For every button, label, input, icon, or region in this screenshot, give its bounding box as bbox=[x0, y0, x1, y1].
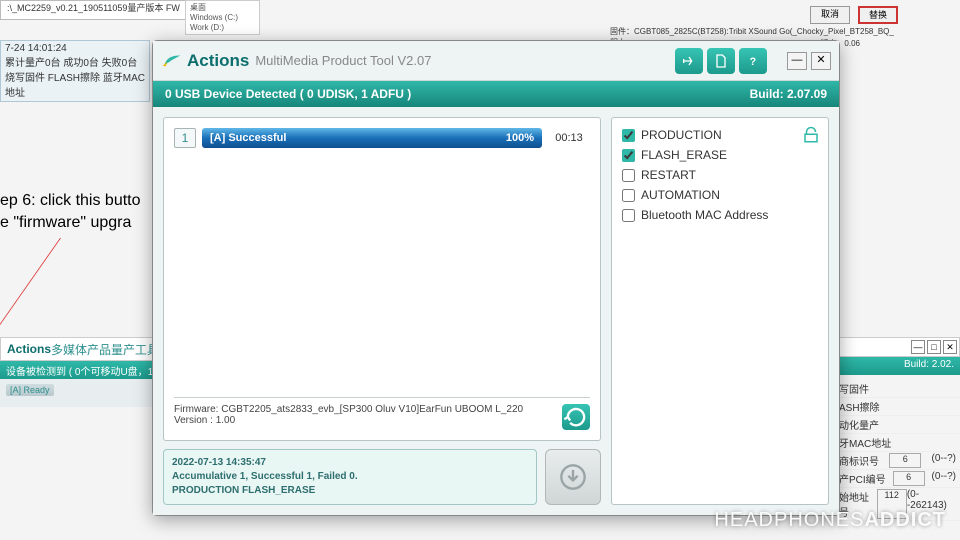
bg-right-winctrl: — □ ✕ bbox=[835, 337, 960, 357]
device-number: 1 bbox=[174, 128, 196, 148]
bg-field-hint: (0--?) bbox=[932, 453, 956, 468]
download-button[interactable] bbox=[545, 449, 601, 505]
window-controls: — ✕ bbox=[787, 52, 831, 70]
option-label: Bluetooth MAC Address bbox=[641, 208, 768, 222]
download-icon bbox=[559, 463, 587, 491]
bg-status-line: 累计量产0台 成功0台 失败0台 bbox=[5, 54, 145, 69]
lock-icon[interactable] bbox=[802, 126, 820, 149]
usb-button[interactable] bbox=[675, 48, 703, 74]
option-automation[interactable]: AUTOMATION bbox=[622, 188, 818, 202]
bg-folder-item: 桌面 bbox=[190, 3, 255, 13]
minimize-icon[interactable]: — bbox=[911, 340, 925, 354]
option-restart[interactable]: RESTART bbox=[622, 168, 818, 182]
bg-right-build: Build: 2.02. bbox=[835, 357, 960, 375]
bg-field-label: 产PCI编号 bbox=[839, 471, 886, 486]
watermark-light: HEADPHONES bbox=[714, 509, 864, 531]
bg-field-value[interactable]: 6 bbox=[893, 471, 925, 486]
app-subtitle: MultiMedia Product Tool V2.07 bbox=[255, 53, 431, 68]
bt-mac-checkbox[interactable] bbox=[622, 209, 635, 222]
bg-right-fields: 写固件 ASH擦除 动化量产 牙MAC地址 商标识号 6 (0--?) 产PCI… bbox=[835, 380, 960, 521]
bg-field-hint: (0--?) bbox=[932, 471, 956, 486]
annotation-line: e "firmware" upgra bbox=[0, 212, 141, 234]
usb-icon bbox=[681, 53, 697, 69]
bg-field-value[interactable]: 6 bbox=[889, 453, 921, 468]
svg-text:?: ? bbox=[750, 56, 757, 68]
close-icon[interactable]: ✕ bbox=[943, 340, 957, 354]
log-panel: 2022-07-13 14:35:47 Accumulative 1, Succ… bbox=[163, 449, 537, 505]
device-status-label: [A] Successful bbox=[210, 132, 286, 144]
bottom-row: 2022-07-13 14:35:47 Accumulative 1, Succ… bbox=[163, 449, 601, 505]
device-progress-bar: [A] Successful 100% bbox=[202, 128, 542, 148]
firmware-version: Version : 1.00 bbox=[174, 415, 562, 426]
cancel-button-bg[interactable]: 取消 bbox=[810, 6, 850, 24]
bg-field-label: 商标识号 bbox=[839, 453, 879, 468]
log-summary: Accumulative 1, Successful 1, Failed 0. bbox=[172, 470, 528, 484]
left-panel: 1 [A] Successful 100% 00:13 Firmware: CG… bbox=[163, 117, 601, 505]
bg-cn-ready: [A] Ready bbox=[6, 384, 54, 396]
watermark: HEADPHONESADDICT bbox=[714, 509, 946, 532]
option-production[interactable]: PRODUCTION bbox=[622, 128, 818, 142]
option-bt-mac[interactable]: Bluetooth MAC Address bbox=[622, 208, 818, 222]
option-label: AUTOMATION bbox=[641, 188, 720, 202]
actions-logo-icon bbox=[161, 50, 183, 72]
restart-checkbox[interactable] bbox=[622, 169, 635, 182]
help-button[interactable]: ? bbox=[739, 48, 767, 74]
log-mode: PRODUCTION FLASH_ERASE bbox=[172, 484, 528, 498]
option-label: FLASH_ERASE bbox=[641, 148, 727, 162]
bg-folder-item: Work (D:) bbox=[190, 23, 255, 33]
device-progress-pct: 100% bbox=[506, 132, 534, 144]
bg-status-box: 7-24 14:01:24 累计量产0台 成功0台 失败0台 烧写固件 FLAS… bbox=[0, 40, 150, 102]
status-bar: 0 USB Device Detected ( 0 UDISK, 1 ADFU … bbox=[153, 81, 839, 107]
option-label: PRODUCTION bbox=[641, 128, 722, 142]
automation-checkbox[interactable] bbox=[622, 189, 635, 202]
refresh-icon bbox=[562, 403, 590, 431]
bg-folder-list: 桌面 Windows (C:) Work (D:) bbox=[185, 0, 260, 35]
bg-field-label: 写固件 bbox=[839, 381, 869, 396]
minimize-button[interactable]: — bbox=[787, 52, 807, 70]
firmware-info: Firmware: CGBT2205_ats2833_evb_[SP300 Ol… bbox=[174, 397, 590, 430]
app-logo: Actions bbox=[161, 50, 249, 72]
flash-erase-checkbox[interactable] bbox=[622, 149, 635, 162]
refresh-button[interactable] bbox=[562, 404, 590, 430]
app-brand: Actions bbox=[187, 51, 249, 71]
device-row: 1 [A] Successful 100% 00:13 bbox=[174, 128, 590, 148]
device-elapsed-time: 00:13 bbox=[548, 132, 590, 144]
watermark-bold: ADDICT bbox=[864, 509, 946, 531]
bg-field-label: 动化量产 bbox=[839, 417, 879, 432]
file-icon bbox=[713, 53, 729, 69]
annotation-line: ep 6: click this butto bbox=[0, 190, 141, 212]
file-button[interactable] bbox=[707, 48, 735, 74]
options-panel: PRODUCTION FLASH_ERASE RESTART AUTOMATIO… bbox=[611, 117, 829, 505]
maximize-icon[interactable]: □ bbox=[927, 340, 941, 354]
bg-right-window: — □ ✕ Build: 2.02. bbox=[835, 337, 960, 375]
bg-field-label: ASH擦除 bbox=[839, 399, 880, 414]
firmware-name: Firmware: CGBT2205_ats2833_evb_[SP300 Ol… bbox=[174, 404, 562, 415]
annotation-step6: ep 6: click this butto e "firmware" upgr… bbox=[0, 190, 141, 234]
help-icon: ? bbox=[745, 53, 761, 69]
build-version: Build: 2.07.09 bbox=[750, 87, 827, 101]
bg-status-line: 烧写固件 FLASH擦除 蓝牙MAC地址 bbox=[5, 69, 145, 99]
option-flash-erase[interactable]: FLASH_ERASE bbox=[622, 148, 818, 162]
device-list: 1 [A] Successful 100% 00:13 Firmware: CG… bbox=[163, 117, 601, 441]
log-timestamp: 2022-07-13 14:35:47 bbox=[172, 456, 528, 470]
bg-status-line: 7-24 14:01:24 bbox=[5, 43, 145, 54]
device-count-status: 0 USB Device Detected ( 0 UDISK, 1 ADFU … bbox=[165, 87, 411, 101]
bg-field-label: 牙MAC地址 bbox=[839, 435, 891, 450]
bg-cn-brand: Actions bbox=[7, 342, 51, 356]
titlebar: Actions MultiMedia Product Tool V2.07 ? … bbox=[153, 41, 839, 81]
close-button[interactable]: ✕ bbox=[811, 52, 831, 70]
replace-button-bg[interactable]: 替换 bbox=[858, 6, 898, 24]
toolbar: ? bbox=[675, 48, 767, 74]
production-checkbox[interactable] bbox=[622, 129, 635, 142]
main-body: 1 [A] Successful 100% 00:13 Firmware: CG… bbox=[153, 107, 839, 515]
bg-folder-item: Windows (C:) bbox=[190, 13, 255, 23]
actions-tool-window: Actions MultiMedia Product Tool V2.07 ? … bbox=[152, 40, 840, 516]
option-label: RESTART bbox=[641, 168, 696, 182]
